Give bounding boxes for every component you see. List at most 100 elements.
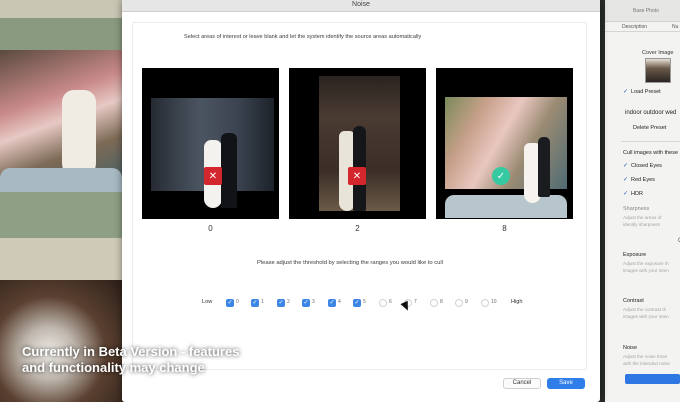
side-panel-action-button[interactable]: [625, 374, 680, 384]
car-figure: [445, 195, 567, 218]
range-low-label: Low: [202, 299, 213, 305]
sharpness-title: Sharpness: [623, 206, 650, 212]
background-band: [0, 238, 122, 280]
contrast-description: Adjust the contrast th images with your …: [623, 307, 669, 320]
load-preset-checkbox[interactable]: ✓ Load Preset: [623, 88, 661, 95]
checkbox-checked-icon: ✓: [277, 299, 285, 307]
instruction-text: Select areas of interest or leave blank …: [184, 34, 422, 40]
contrast-title: Contrast: [623, 298, 644, 304]
dialog-titlebar: Noise: [122, 0, 600, 12]
preset-name-field[interactable]: indoor outdoor wed: [625, 110, 676, 116]
image-count: 0: [208, 224, 213, 233]
noise-title: Noise: [623, 345, 638, 351]
beta-notice-line-2: and functionality may change: [22, 360, 205, 375]
image-group-2[interactable]: 2: [289, 68, 426, 233]
cull-heading: Cull images with these: [623, 150, 679, 156]
cancel-button[interactable]: Cancel: [503, 378, 541, 389]
x-icon: ✕: [352, 170, 362, 182]
groom-figure: [538, 137, 550, 197]
image-group-1[interactable]: 0: [142, 68, 279, 233]
checkbox-checked-icon: ✓: [328, 299, 336, 307]
settings-side-panel: Base Photo Description Nu Cover Image ✓ L…: [605, 0, 680, 402]
checkbox-checked-icon: ✓: [353, 299, 361, 307]
x-icon: ✕: [208, 170, 218, 182]
range-value-label: 4: [338, 299, 341, 305]
cull-option-label: Closed Eyes: [631, 163, 662, 169]
background-photo-strip: [0, 0, 122, 402]
load-preset-label: Load Preset: [631, 89, 661, 95]
threshold-range-selector: Low ✓ 0 ✓ 1 ✓ 2 ✓ 3 ✓ 4 ✓ 5 6 7 8 9 10 H…: [202, 297, 542, 309]
cull-option-red-eyes[interactable]: ✓ Red Eyes: [623, 176, 655, 183]
side-panel-tabs: Description Nu: [605, 22, 680, 32]
description-line: Adjust the areas of: [623, 215, 662, 220]
description-line: Adjust the exposure th: [623, 261, 669, 266]
image-frame[interactable]: [436, 68, 573, 219]
exposure-title: Exposure: [623, 252, 647, 258]
noise-description: Adjust the noise thres with the intended…: [623, 354, 670, 367]
image-group-3[interactable]: 8: [436, 68, 573, 233]
range-value-label: 3: [312, 299, 315, 305]
image-count: 8: [502, 224, 507, 233]
cull-option-closed-eyes[interactable]: ✓ Closed Eyes: [623, 162, 662, 169]
exposure-description: Adjust the exposure th images with your …: [623, 261, 669, 274]
range-value-label: 1: [261, 299, 264, 305]
check-icon: ✓: [496, 170, 506, 182]
side-panel-header: Base Photo: [605, 0, 680, 22]
cover-image-label: Cover Image: [642, 50, 674, 56]
wedding-photo-couple-door: [319, 76, 400, 211]
cull-option-hdr[interactable]: ✓ HDR: [623, 190, 643, 197]
sharpness-description: Adjust the areas of identify sharpness: [623, 215, 661, 228]
checkbox-checked-icon: ✓: [302, 299, 310, 307]
bride-figure: [62, 90, 96, 180]
range-value-label: 5: [363, 299, 366, 305]
range-high-label: High: [511, 299, 523, 305]
checkbox-empty-icon: [481, 299, 489, 307]
description-line: identify sharpness: [623, 221, 661, 227]
checkmark-icon: ✓: [623, 163, 629, 169]
threshold-instruction: Please adjust the threshold by selecting…: [257, 260, 443, 266]
tab-description[interactable]: Description: [622, 24, 647, 30]
range-value-label: 10: [491, 299, 497, 305]
image-count: 2: [355, 224, 360, 233]
car-figure: [0, 168, 122, 192]
checkbox-empty-icon: [455, 299, 463, 307]
range-value-label: 8: [440, 299, 443, 305]
image-frame[interactable]: [289, 68, 426, 219]
description-line: Adjust the contrast th: [623, 307, 667, 312]
cover-image-thumbnail[interactable]: [645, 58, 671, 83]
beta-notice-overlay: Currently in Beta Version - features and…: [22, 344, 239, 376]
range-value-label: 9: [465, 299, 468, 305]
groom-figure: [221, 133, 237, 208]
cull-option-label: HDR: [631, 191, 643, 197]
description-line: images with your inten: [623, 267, 669, 273]
range-value-label: 7: [414, 299, 417, 305]
range-value-label: 0: [236, 299, 239, 305]
accept-status-button[interactable]: ✓: [492, 167, 510, 185]
divider: [621, 141, 680, 142]
noise-dialog: Noise Select areas of interest or leave …: [122, 0, 600, 402]
background-wedding-photo: [0, 50, 122, 192]
checkbox-empty-icon: [379, 299, 387, 307]
reject-status-button[interactable]: ✕: [348, 167, 366, 185]
checkbox-checked-icon: ✓: [251, 299, 259, 307]
range-value-label: 2: [287, 299, 290, 305]
beta-notice-line-1: Currently in Beta Version - features: [22, 344, 240, 359]
description-line: Adjust the noise thres: [623, 354, 668, 359]
delete-preset-button[interactable]: Delete Preset: [633, 125, 666, 131]
checkbox-checked-icon: ✓: [226, 299, 234, 307]
checkmark-icon: ✓: [623, 177, 629, 183]
cull-option-label: Red Eyes: [631, 177, 655, 183]
reject-status-button[interactable]: ✕: [204, 167, 222, 185]
save-button[interactable]: Save: [547, 378, 585, 389]
tab-other[interactable]: Nu: [672, 24, 678, 30]
range-value-label: 6: [389, 299, 392, 305]
checkmark-icon: ✓: [623, 191, 629, 197]
dialog-title: Noise: [352, 1, 370, 8]
background-band: [0, 192, 122, 238]
background-bride-photo: [0, 280, 122, 402]
checkbox-empty-icon: [430, 299, 438, 307]
side-panel-title: Base Photo: [633, 8, 659, 14]
description-line: with the intended noise: [623, 360, 670, 366]
background-band: [0, 0, 122, 18]
image-frame[interactable]: [142, 68, 279, 219]
